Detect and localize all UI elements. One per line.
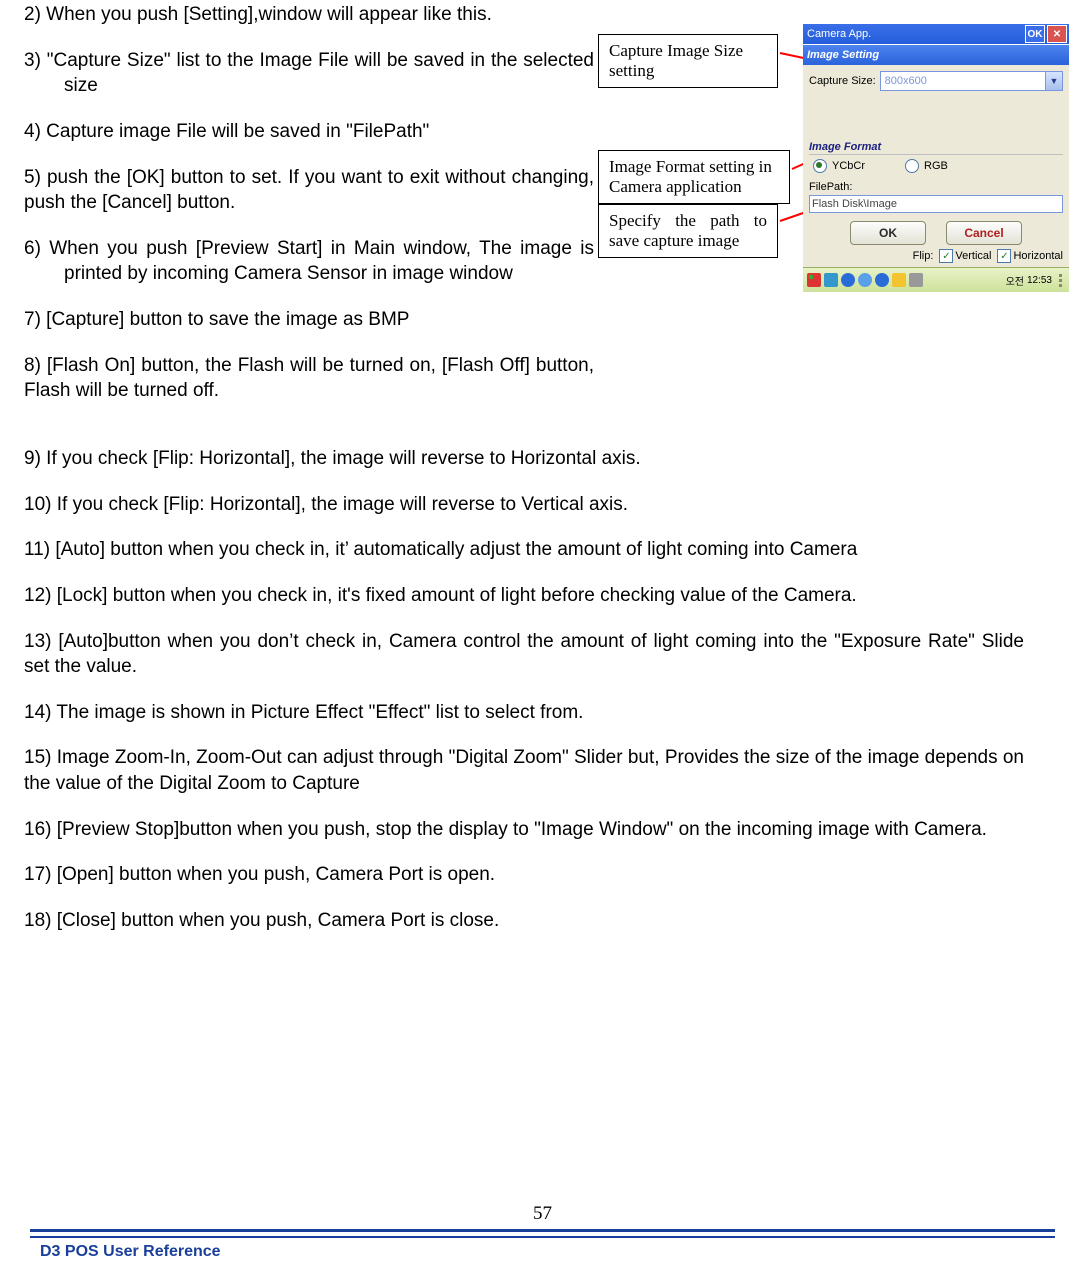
clock-time: 12:53	[1027, 275, 1052, 286]
power-icon[interactable]	[909, 273, 923, 287]
step-17: 17) [Open] button when you push, Camera …	[24, 862, 1024, 888]
callout-filepath: Specify the path to save capture image	[598, 204, 778, 258]
flip-horizontal-label: Horizontal	[1013, 250, 1063, 262]
capture-size-value: 800x600	[885, 75, 927, 87]
titlebar-ok-button[interactable]: OK	[1025, 25, 1045, 43]
step-12: 12) [Lock] button when you check in, it'…	[24, 583, 1024, 609]
step-4: 4) Capture image File will be saved in "…	[24, 119, 594, 145]
taskbar: 오전 12:53	[803, 267, 1069, 292]
step-5: 5) push the [OK] button to set. If you w…	[24, 165, 594, 216]
flip-vertical-label: Vertical	[955, 250, 991, 262]
radio-ycbcr-label: YCbCr	[832, 160, 865, 172]
page-footer: 57 D3 POS User Reference	[30, 1203, 1055, 1261]
callout-image-format: Image Format setting in Camera applicati…	[598, 150, 790, 204]
step-9: 9) If you check [Flip: Horizontal], the …	[24, 446, 1024, 472]
step-7: 7) [Capture] button to save the image as…	[24, 307, 594, 333]
step-3: 3) "Capture Size" list to the Image File…	[24, 48, 594, 99]
step-15: 15) Image Zoom-In, Zoom-Out can adjust t…	[24, 745, 1024, 796]
sound-icon[interactable]	[892, 273, 906, 287]
check-vertical[interactable]: ✓	[939, 249, 953, 263]
ok-button[interactable]: OK	[850, 221, 926, 245]
radio-rgb-label: RGB	[924, 160, 948, 172]
check-horizontal[interactable]: ✓	[997, 249, 1011, 263]
tray-icon-2[interactable]	[858, 273, 872, 287]
capture-size-label: Capture Size:	[809, 75, 876, 87]
filepath-label: FilePath:	[809, 181, 1063, 193]
step-16: 16) [Preview Stop]button when you push, …	[24, 817, 1024, 843]
step-10: 10) If you check [Flip: Horizontal], the…	[24, 492, 1024, 518]
callout-capture-size: Capture Image Size setting	[598, 34, 778, 88]
cancel-button[interactable]: Cancel	[946, 221, 1022, 245]
step-13: 13) [Auto]button when you don’t check in…	[24, 629, 1024, 680]
resize-grip-icon	[1055, 274, 1065, 287]
chevron-down-icon[interactable]: ▼	[1045, 72, 1062, 90]
step-18: 18) [Close] button when you push, Camera…	[24, 908, 1024, 934]
flip-label: Flip:	[913, 250, 934, 262]
page-number: 57	[30, 1203, 1055, 1225]
footer-reference: D3 POS User Reference	[30, 1243, 1055, 1261]
step-14: 14) The image is shown in Picture Effect…	[24, 700, 1024, 726]
image-format-label: Image Format	[809, 141, 1063, 155]
step-2: 2) When you push [Setting],window will a…	[24, 2, 594, 28]
camera-app-window: Camera App. OK ✕ Image Setting Capture S…	[803, 24, 1069, 300]
section-image-setting: Image Setting	[803, 44, 1069, 65]
step-8: 8) [Flash On] button, the Flash will be …	[24, 353, 594, 404]
globe-icon[interactable]	[841, 273, 855, 287]
capture-size-select[interactable]: 800x600 ▼	[880, 71, 1063, 91]
radio-ycbcr[interactable]	[813, 159, 827, 173]
tray-icon-3[interactable]	[875, 273, 889, 287]
window-title: Camera App.	[807, 28, 1023, 40]
titlebar: Camera App. OK ✕	[803, 24, 1069, 44]
tray-icon[interactable]	[824, 273, 838, 287]
filepath-input[interactable]: Flash Disk\Image	[809, 195, 1063, 213]
step-6: 6) When you push [Preview Start] in Main…	[24, 236, 594, 287]
start-icon[interactable]	[807, 273, 821, 287]
clock-prefix: 오전	[1006, 273, 1024, 288]
step-11: 11) [Auto] button when you check in, it’…	[24, 537, 1024, 563]
close-icon[interactable]: ✕	[1047, 25, 1067, 43]
radio-rgb[interactable]	[905, 159, 919, 173]
